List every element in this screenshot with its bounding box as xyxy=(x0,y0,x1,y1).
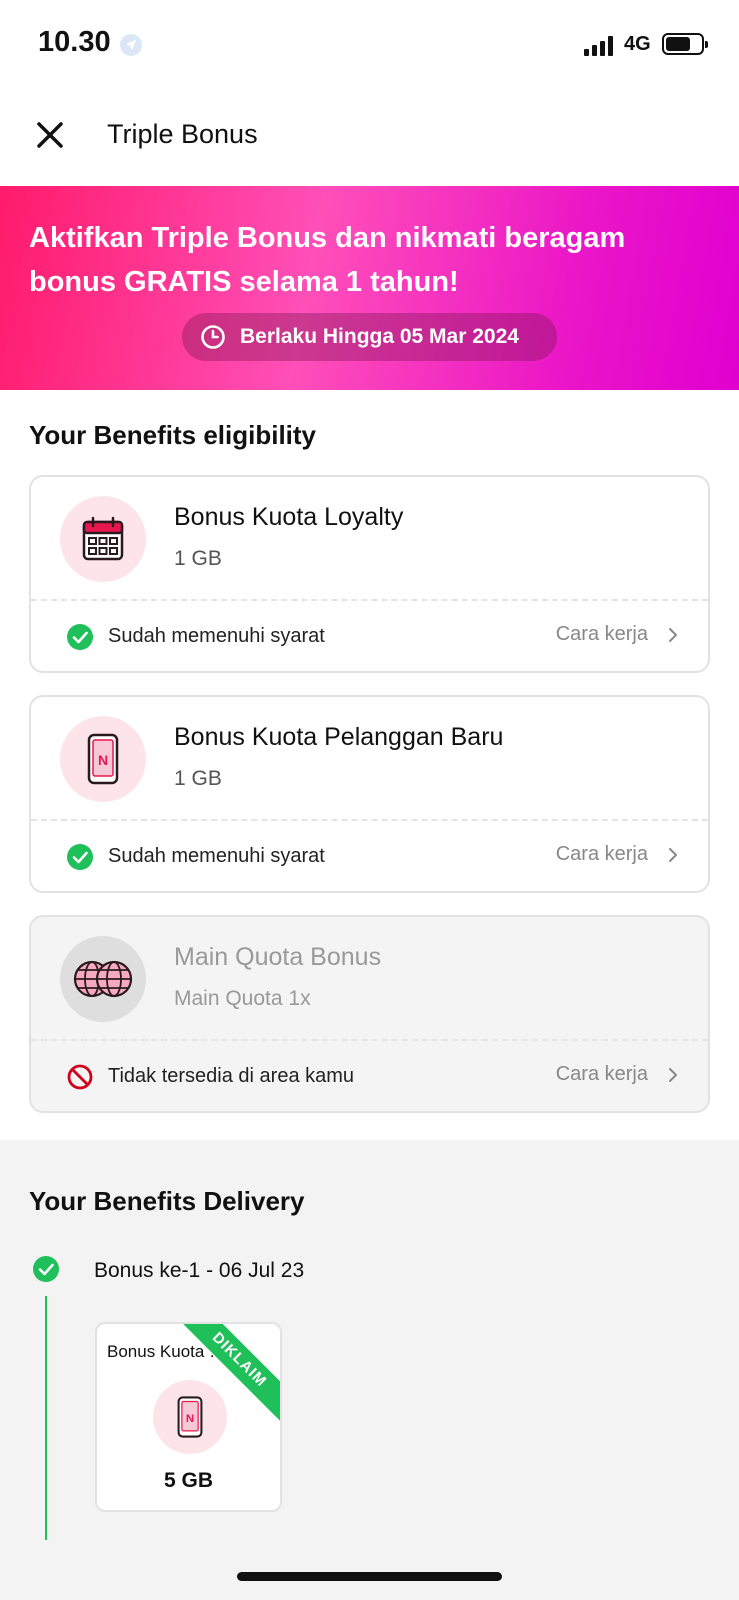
card-divider xyxy=(31,599,708,601)
card-title: Bonus Kuota Pelanggan Baru xyxy=(174,723,504,751)
eligibility-status: Tidak tersedia di area kamu xyxy=(108,1065,355,1087)
promo-banner: Aktifkan Triple Bonus dan nikmati beraga… xyxy=(0,186,739,390)
how-it-works-link[interactable]: Cara kerja xyxy=(556,1063,678,1086)
chevron-right-icon xyxy=(669,847,677,862)
network-type: 4G xyxy=(624,33,651,55)
check-circle-icon xyxy=(33,1256,59,1282)
eligibility-status: Sudah memenuhi syarat xyxy=(108,845,325,867)
unavailable-icon xyxy=(67,1064,93,1090)
check-circle-icon xyxy=(67,624,93,650)
benefit-card-loyalty[interactable]: Bonus Kuota Loyalty 1 GB Sudah memenuhi … xyxy=(29,475,710,673)
globe-icon xyxy=(60,936,146,1022)
signal-icon xyxy=(584,34,616,56)
chevron-right-icon xyxy=(669,627,677,642)
status-time: 10.30 xyxy=(38,26,111,58)
how-it-works-label: Cara kerja xyxy=(555,1063,648,1085)
card-subtitle: 1 GB xyxy=(174,767,222,790)
calendar-icon xyxy=(60,496,146,582)
validity-badge: Berlaku Hingga 05 Mar 2024 xyxy=(182,313,557,361)
card-title: Bonus Kuota Loyalty xyxy=(174,503,404,531)
eligibility-status: Sudah memenuhi syarat xyxy=(108,625,325,647)
app-header: Triple Bonus xyxy=(0,95,739,185)
card-subtitle: 1 GB xyxy=(174,547,222,570)
card-divider xyxy=(31,819,708,821)
battery-icon xyxy=(662,33,708,55)
bonus-value: 5 GB xyxy=(163,1469,213,1492)
svg-text:N: N xyxy=(98,752,108,768)
validity-text: Berlaku Hingga 05 Mar 2024 xyxy=(240,325,519,348)
svg-text:N: N xyxy=(186,1413,194,1425)
delivery-title: Your Benefits Delivery xyxy=(29,1186,305,1216)
benefit-card-main-quota[interactable]: Main Quota Bonus Main Quota 1x Tidak ter… xyxy=(29,915,710,1113)
check-circle-icon xyxy=(67,844,93,870)
timeline-line xyxy=(45,1296,47,1540)
how-it-works-link[interactable]: Cara kerja xyxy=(556,623,678,646)
clock-icon xyxy=(201,325,225,349)
close-button[interactable] xyxy=(30,115,70,155)
location-icon xyxy=(120,34,142,56)
delivered-bonus-card[interactable]: Bonus Kuota Pelanggan Baru DIKLAIM N 5 G… xyxy=(95,1322,282,1512)
benefit-card-new-customer[interactable]: N Bonus Kuota Pelanggan Baru 1 GB Sudah … xyxy=(29,695,710,893)
eligibility-title: Your Benefits eligibility xyxy=(29,420,317,450)
card-title: Main Quota Bonus xyxy=(174,943,382,971)
how-it-works-link[interactable]: Cara kerja xyxy=(556,843,678,866)
chevron-right-icon xyxy=(669,1067,677,1082)
phone-icon: N xyxy=(60,716,146,802)
phone-icon: N xyxy=(153,1380,227,1454)
banner-headline: Aktifkan Triple Bonus dan nikmati beraga… xyxy=(29,222,626,298)
page-title: Triple Bonus xyxy=(107,119,258,149)
how-it-works-label: Cara kerja xyxy=(555,843,648,865)
close-icon xyxy=(37,122,63,148)
timeline-entry-label: Bonus ke-1 - 06 Jul 23 xyxy=(94,1259,305,1282)
status-bar: 10.30 4G xyxy=(0,0,739,90)
card-subtitle: Main Quota 1x xyxy=(174,987,311,1010)
card-divider xyxy=(31,1039,708,1041)
home-indicator xyxy=(237,1572,502,1581)
how-it-works-label: Cara kerja xyxy=(555,623,648,645)
